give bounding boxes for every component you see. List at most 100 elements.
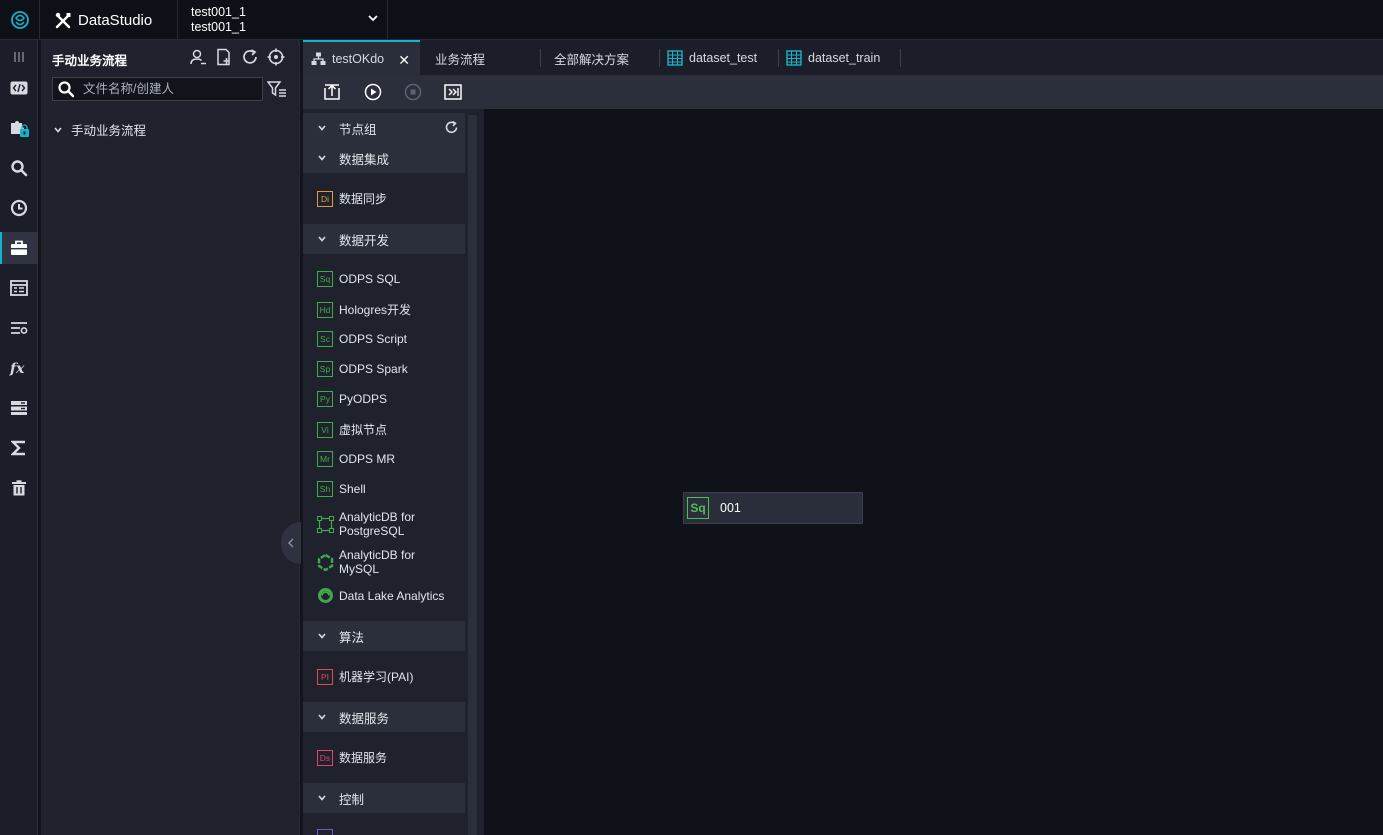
- node-type-odps-script[interactable]: Sc ODPS Script: [317, 331, 407, 347]
- node-type-pai[interactable]: PI 机器学习(PAI): [317, 668, 413, 685]
- project-selector[interactable]: test001_1 test001_1: [179, 0, 388, 40]
- sc-badge-icon: Sc: [317, 331, 333, 347]
- workflow-sidebar: 手动业务流程 手动业务流程: [41, 40, 300, 835]
- node-type-odps-spark[interactable]: Sp ODPS Spark: [317, 361, 408, 377]
- submit-button[interactable]: [322, 82, 342, 102]
- sq-badge-icon: Sq: [317, 271, 333, 287]
- function-icon: fx: [9, 361, 25, 376]
- filter-button[interactable]: [266, 80, 287, 101]
- data-lake-icon: [318, 588, 333, 603]
- node-type-data-service[interactable]: Ds 数据服务: [317, 749, 387, 766]
- activity-resources[interactable]: [0, 392, 38, 424]
- tab-dataset-test[interactable]: dataset_test: [660, 40, 779, 76]
- refresh-icon[interactable]: [444, 120, 459, 135]
- workflow-icon: [311, 52, 326, 65]
- table-list-icon: [10, 280, 28, 296]
- group-node-group[interactable]: 节点组: [303, 113, 465, 143]
- node-type-data-lake-analytics[interactable]: Data Lake Analytics: [317, 587, 444, 604]
- tab-label: 业务流程: [435, 52, 486, 67]
- tab-dataset-train[interactable]: dataset_train: [779, 40, 901, 76]
- activity-manual-workflow[interactable]: [0, 232, 38, 264]
- di-badge-icon: Di: [317, 190, 333, 207]
- sq-badge-icon: Sq: [687, 497, 709, 519]
- chevron-left-icon: [287, 538, 294, 548]
- product-logo[interactable]: [0, 0, 40, 40]
- node-type-odps-mr[interactable]: Mr ODPS MR: [317, 451, 395, 467]
- node-type-control-partial[interactable]: [317, 829, 339, 835]
- py-badge-icon: Py: [317, 391, 333, 407]
- chevron-down-icon: [318, 155, 326, 161]
- node-type-virtual[interactable]: Vi 虚拟节点: [317, 421, 387, 438]
- activity-config[interactable]: [0, 312, 38, 344]
- tree-node-manual-workflow[interactable]: 手动业务流程: [53, 120, 146, 139]
- node-type-label: 虚拟节点: [339, 423, 388, 437]
- chevron-down-icon: [318, 795, 326, 801]
- filter-by-user-button[interactable]: [189, 48, 207, 66]
- activity-menu-toggle[interactable]: [0, 41, 38, 73]
- refresh-icon: [243, 49, 257, 64]
- run-button[interactable]: [363, 82, 383, 102]
- group-data-development[interactable]: 数据开发: [303, 224, 465, 254]
- pi-badge-icon: PI: [317, 668, 333, 685]
- chevron-down-icon: [318, 236, 326, 242]
- node-type-label-2: MySQL: [339, 562, 380, 576]
- node-type-label: PyODPS: [339, 392, 388, 406]
- group-data-service[interactable]: 数据服务: [303, 702, 465, 732]
- stop-button[interactable]: [403, 82, 423, 102]
- node-type-pyodps[interactable]: Py PyODPS: [317, 391, 387, 407]
- search-icon: [11, 160, 28, 177]
- group-algorithm[interactable]: 算法: [303, 621, 465, 651]
- tab-workflow[interactable]: 业务流程: [420, 40, 541, 76]
- adb-mysql-icon: [317, 553, 334, 571]
- workflow-canvas[interactable]: Sq 001: [484, 109, 1383, 835]
- tab-testokdo[interactable]: testOKdo ✕: [303, 40, 420, 76]
- node-type-adb-mysql[interactable]: AnalyticDB for MySQL: [317, 548, 415, 576]
- node-type-adb-postgresql[interactable]: AnalyticDB for PostgreSQL: [317, 510, 415, 538]
- app-brand[interactable]: DataStudio: [41, 0, 178, 40]
- activity-functions[interactable]: fx: [0, 352, 38, 384]
- activity-search[interactable]: [0, 152, 38, 184]
- activity-table[interactable]: [0, 272, 38, 304]
- sigma-icon: [11, 440, 25, 456]
- tab-label: dataset_test: [689, 51, 758, 65]
- code-icon: [10, 81, 28, 95]
- sidebar-title: 手动业务流程: [52, 54, 128, 68]
- activity-history[interactable]: [0, 192, 38, 224]
- group-label: 数据开发: [339, 233, 390, 248]
- canvas-node-001[interactable]: Sq 001: [683, 492, 863, 524]
- locate-button[interactable]: [267, 48, 285, 66]
- node-type-hologres[interactable]: Hd Hologres开发: [317, 301, 411, 318]
- table-icon: [786, 50, 802, 66]
- activity-code[interactable]: [0, 72, 38, 104]
- control-badge-icon: [317, 829, 333, 835]
- node-type-label: Data Lake Analytics: [339, 588, 445, 603]
- node-type-shell[interactable]: Sh Shell: [317, 481, 366, 497]
- file-search-input[interactable]: [83, 82, 253, 96]
- node-type-data-sync[interactable]: Di 数据同步: [317, 190, 387, 207]
- table-icon: [667, 50, 683, 66]
- tab-all-solutions[interactable]: 全部解决方案: [541, 40, 660, 76]
- tree-node-label: 手动业务流程: [71, 124, 147, 138]
- tab-label: testOKdo: [332, 52, 385, 66]
- new-file-button[interactable]: [215, 48, 233, 66]
- activity-recycle-bin[interactable]: [0, 472, 38, 504]
- tools-icon: [55, 12, 71, 28]
- workflow-toolbar: [303, 76, 1383, 109]
- chevron-down-icon: [368, 15, 378, 22]
- group-control[interactable]: 控制: [303, 783, 465, 813]
- submit-icon: [324, 84, 340, 100]
- vi-badge-icon: Vi: [317, 421, 333, 438]
- palette-scrollbar[interactable]: [468, 115, 477, 835]
- chevron-down-icon: [318, 633, 326, 639]
- activity-sum[interactable]: [0, 432, 38, 464]
- tab-close-button[interactable]: ✕: [398, 52, 410, 69]
- group-data-integration[interactable]: 数据集成: [303, 143, 465, 173]
- group-label: 数据集成: [339, 152, 390, 167]
- refresh-tree-button[interactable]: [241, 48, 259, 66]
- activity-components[interactable]: [0, 112, 38, 144]
- node-type-odps-sql[interactable]: Sq ODPS SQL: [317, 271, 400, 287]
- settings-list-icon: [11, 322, 28, 334]
- go-to-ops-button[interactable]: [443, 82, 463, 102]
- crosshair-icon: [267, 48, 285, 66]
- node-palette: 节点组 数据集成 Di 数据同步 数据开发 Sq ODPS SQL Hd Hol…: [303, 109, 484, 835]
